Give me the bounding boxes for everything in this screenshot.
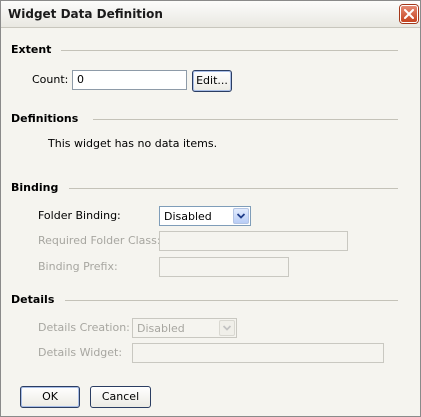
extent-divider [61,50,398,51]
details-creation-label: Details Creation: [38,321,130,334]
binding-divider [69,188,398,189]
edit-button[interactable]: Edit... [192,70,232,92]
close-icon [404,9,414,19]
details-creation-value: Disabled [137,322,185,335]
no-data-items-message: This widget has no data items. [48,137,218,150]
details-widget-field[interactable] [132,343,384,363]
folder-binding-dropdown-button[interactable] [233,208,249,224]
binding-section-header: Binding [11,181,398,195]
definitions-header-label: Definitions [11,112,87,125]
definitions-divider [93,119,398,120]
chevron-down-icon [223,325,231,331]
folder-binding-value: Disabled [164,210,212,223]
ok-button[interactable]: OK [20,386,80,408]
chevron-down-icon [237,213,245,219]
folder-binding-select[interactable]: Disabled [159,206,251,226]
extent-section-header: Extent [11,43,398,57]
details-creation-select[interactable]: Disabled [132,318,237,338]
details-widget-label: Details Widget: [38,346,123,359]
cancel-button[interactable]: Cancel [90,386,151,408]
count-field[interactable]: 0 [72,70,187,90]
details-section-header: Details [11,293,398,307]
binding-header-label: Binding [11,181,67,194]
details-header-label: Details [11,293,63,306]
count-label: Count: [32,73,69,86]
binding-prefix-label: Binding Prefix: [38,260,118,273]
required-folder-class-label: Required Folder Class: [38,234,161,247]
binding-prefix-field[interactable] [159,257,289,277]
extent-header-label: Extent [11,43,60,56]
dialog-window: Widget Data Definition Extent Count: 0 E… [0,0,421,417]
dialog-title: Widget Data Definition [8,7,163,21]
details-divider [65,300,398,301]
details-creation-dropdown-button[interactable] [219,320,235,336]
folder-binding-label: Folder Binding: [38,209,121,222]
title-bar[interactable]: Widget Data Definition [1,1,420,28]
close-button[interactable] [400,5,418,23]
definitions-section-header: Definitions [11,112,398,126]
required-folder-class-field[interactable] [159,231,348,251]
